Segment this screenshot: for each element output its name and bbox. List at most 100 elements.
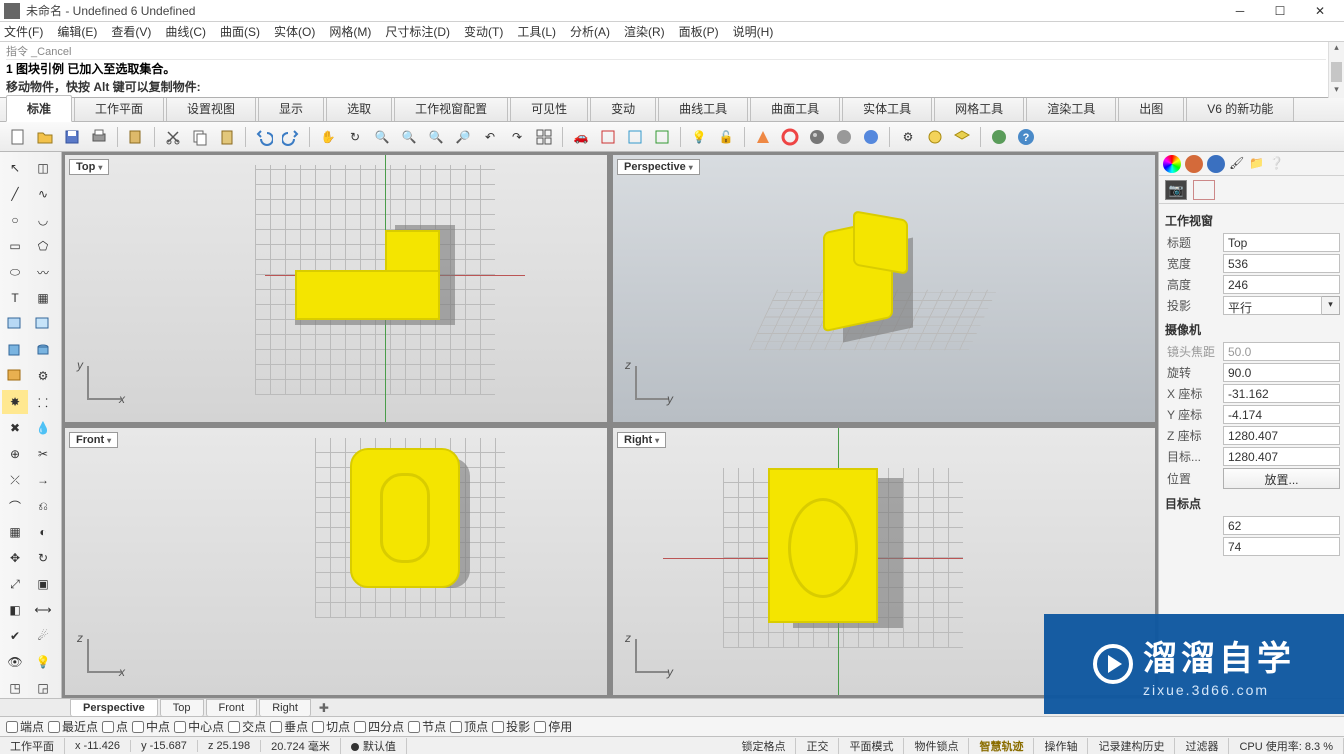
- light-icon[interactable]: 💡: [687, 125, 711, 149]
- osnap-near[interactable]: 最近点: [48, 718, 98, 735]
- osnap-perp[interactable]: 垂点: [270, 718, 308, 735]
- render-icon[interactable]: [987, 125, 1011, 149]
- polygon-icon[interactable]: ⬠: [30, 234, 56, 258]
- osnap-int[interactable]: 交点: [228, 718, 266, 735]
- prop-title[interactable]: Top: [1223, 233, 1340, 252]
- osnap-project[interactable]: 投影: [492, 718, 530, 735]
- help-icon[interactable]: ?: [1014, 125, 1038, 149]
- folder-tab-icon[interactable]: 📁: [1249, 156, 1265, 172]
- surf1-icon[interactable]: [2, 312, 28, 336]
- menu-help[interactable]: 说明(H): [733, 23, 774, 40]
- delete-icon[interactable]: ✖: [2, 416, 28, 440]
- status-cplane[interactable]: 工作平面: [0, 738, 65, 754]
- status-planar[interactable]: 平面模式: [839, 738, 904, 754]
- dimension-icon[interactable]: ⟷: [30, 598, 56, 622]
- osnap-tan[interactable]: 切点: [312, 718, 350, 735]
- place-button[interactable]: 放置...: [1223, 468, 1340, 489]
- viewport-front[interactable]: Front zx: [64, 427, 608, 696]
- undo-view-icon[interactable]: ↶: [478, 125, 502, 149]
- vp-tab-perspective[interactable]: Perspective: [70, 699, 158, 717]
- osnap-mid[interactable]: 中点: [132, 718, 170, 735]
- redo-icon[interactable]: [279, 125, 303, 149]
- rotate2-icon[interactable]: ↻: [30, 546, 56, 570]
- minimize-button[interactable]: ─: [1220, 0, 1260, 22]
- zoom-selected-icon[interactable]: 🔎: [451, 125, 475, 149]
- open-icon[interactable]: [33, 125, 57, 149]
- misc1-icon[interactable]: ◳: [2, 676, 28, 700]
- fillet-icon[interactable]: ⌒: [2, 494, 28, 518]
- vp-tab-top[interactable]: Top: [160, 699, 204, 717]
- tab-solidtools[interactable]: 实体工具: [842, 95, 932, 121]
- block-icon[interactable]: ◧: [2, 598, 28, 622]
- zoom-window-icon[interactable]: 🔍: [397, 125, 421, 149]
- color1-icon[interactable]: [751, 125, 775, 149]
- four-view-icon[interactable]: [532, 125, 556, 149]
- status-osnap[interactable]: 物件锁点: [904, 738, 969, 754]
- prop-y[interactable]: -4.174: [1223, 405, 1340, 424]
- save-icon[interactable]: [60, 125, 84, 149]
- text-icon[interactable]: T: [2, 286, 28, 310]
- osnap-vertex[interactable]: 顶点: [450, 718, 488, 735]
- droplet-icon[interactable]: 💧: [30, 416, 56, 440]
- menu-panel[interactable]: 面板(P): [679, 23, 719, 40]
- viewport-top-label[interactable]: Top: [69, 159, 109, 175]
- arc-icon[interactable]: ◡: [30, 208, 56, 232]
- osnap-cen[interactable]: 中心点: [174, 718, 224, 735]
- menu-tools[interactable]: 工具(L): [517, 23, 556, 40]
- scale-icon[interactable]: ⤢: [2, 572, 28, 596]
- viewport-right-label[interactable]: Right: [617, 432, 666, 448]
- prop-height[interactable]: 246: [1223, 275, 1340, 294]
- lasso-icon[interactable]: ◫: [30, 156, 56, 180]
- cylinder-icon[interactable]: [30, 338, 56, 362]
- undo-icon[interactable]: [252, 125, 276, 149]
- hatch-icon[interactable]: ▦: [30, 286, 56, 310]
- sphere3-icon[interactable]: [859, 125, 883, 149]
- new-icon[interactable]: [6, 125, 30, 149]
- menu-solid[interactable]: 实体(O): [274, 23, 315, 40]
- osnap-point[interactable]: 点: [102, 718, 128, 735]
- prop-z[interactable]: 1280.407: [1223, 426, 1340, 445]
- offset-icon[interactable]: ⎌: [30, 494, 56, 518]
- menu-transform[interactable]: 变动(T): [464, 23, 503, 40]
- camera-tab-icon[interactable]: 📷: [1165, 180, 1187, 200]
- status-smarttrack[interactable]: 智慧轨迹: [969, 738, 1034, 754]
- tab-select[interactable]: 选取: [326, 95, 392, 121]
- print-icon[interactable]: [87, 125, 111, 149]
- close-button[interactable]: ✕: [1300, 0, 1340, 22]
- polyline-icon[interactable]: ╱: [2, 182, 28, 206]
- materials-tab-icon[interactable]: [1163, 155, 1181, 173]
- circle-icon[interactable]: ○: [2, 208, 28, 232]
- vp-tab-add[interactable]: ✚: [313, 699, 335, 717]
- rectangle-icon[interactable]: ▭: [2, 234, 28, 258]
- tab-display[interactable]: 显示: [258, 95, 324, 121]
- prop-projection[interactable]: 平行: [1223, 296, 1322, 315]
- tab-vpconfig[interactable]: 工作视窗配置: [394, 95, 508, 121]
- menu-analyze[interactable]: 分析(A): [570, 23, 610, 40]
- menu-mesh[interactable]: 网格(M): [329, 23, 371, 40]
- menu-curve[interactable]: 曲线(C): [165, 23, 206, 40]
- tab-standard[interactable]: 标准: [6, 95, 72, 122]
- color2-icon[interactable]: [778, 125, 802, 149]
- extend-icon[interactable]: →: [30, 468, 56, 492]
- tab-setview[interactable]: 设置视图: [166, 95, 256, 121]
- prop-width[interactable]: 536: [1223, 254, 1340, 273]
- viewport-perspective[interactable]: Perspective zy: [612, 154, 1156, 423]
- array-icon[interactable]: ▦: [2, 520, 28, 544]
- show-icon[interactable]: 💡: [30, 650, 56, 674]
- gear-icon[interactable]: ⚙: [30, 364, 56, 388]
- car-icon[interactable]: 🚗: [569, 125, 593, 149]
- curve2-icon[interactable]: 〰: [30, 260, 56, 284]
- status-gumball[interactable]: 操作轴: [1034, 738, 1088, 754]
- named-cplane-icon[interactable]: [623, 125, 647, 149]
- zoom-dynamic-icon[interactable]: 🔍: [370, 125, 394, 149]
- sphere2-icon[interactable]: [832, 125, 856, 149]
- zoom-extents-icon[interactable]: 🔍: [424, 125, 448, 149]
- clipboard-icon[interactable]: [215, 125, 239, 149]
- menu-render[interactable]: 渲染(R): [624, 23, 665, 40]
- copy-icon[interactable]: [188, 125, 212, 149]
- menu-surface[interactable]: 曲面(S): [220, 23, 260, 40]
- status-gridsnap[interactable]: 锁定格点: [731, 738, 796, 754]
- osnap-disable[interactable]: 停用: [534, 718, 572, 735]
- prop-target-dist[interactable]: 1280.407: [1223, 447, 1340, 466]
- box-icon[interactable]: [2, 338, 28, 362]
